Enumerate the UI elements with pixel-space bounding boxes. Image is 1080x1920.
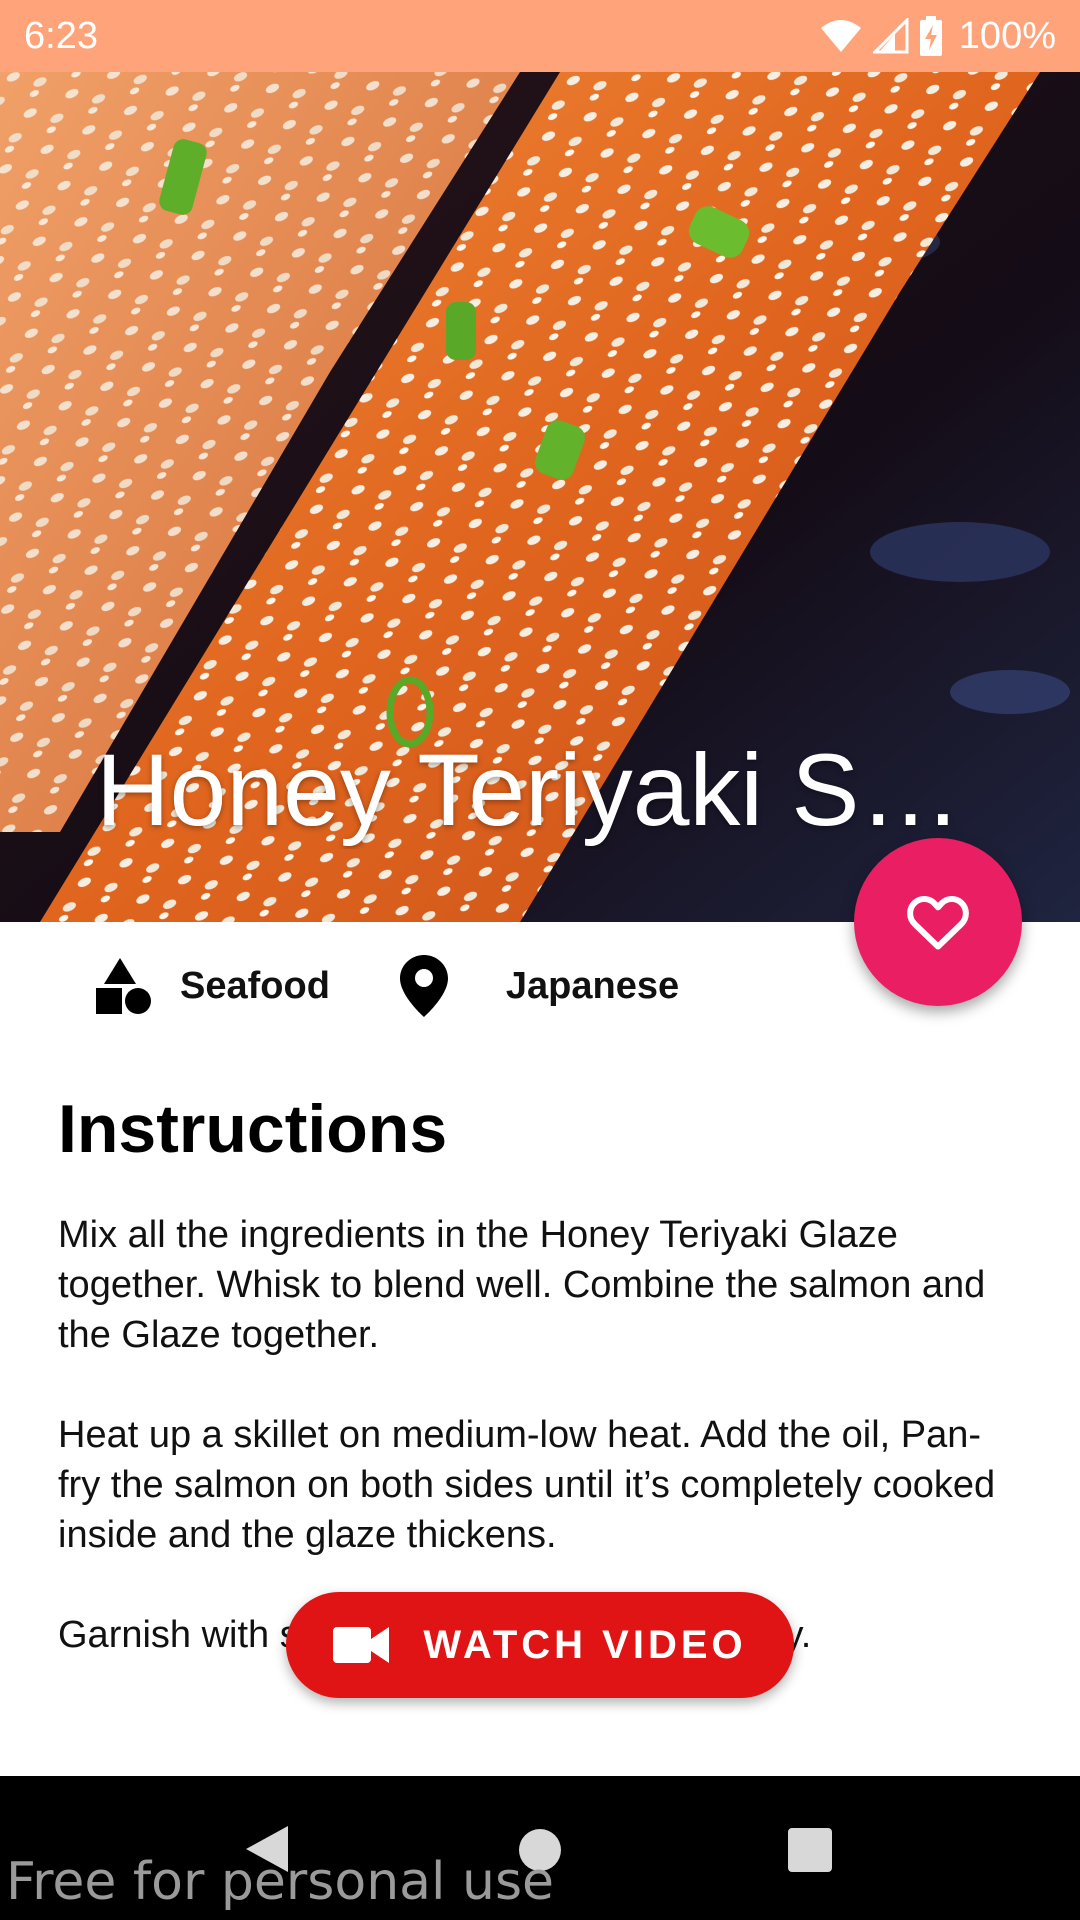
favorite-button[interactable] bbox=[854, 838, 1022, 1006]
recents-icon[interactable] bbox=[788, 1828, 832, 1872]
instruction-paragraph: Heat up a skillet on medium-low heat. Ad… bbox=[58, 1414, 996, 1556]
recipe-meta-row: Seafood Japanese bbox=[92, 950, 679, 1022]
location-pin-icon bbox=[399, 955, 448, 1017]
category-tag: Seafood bbox=[92, 956, 330, 1016]
recipe-detail-screen: 6:23 100% Honey Teriyaki Sa... Seafood J… bbox=[0, 0, 1080, 1920]
battery-charging-icon bbox=[919, 16, 942, 56]
watch-video-button[interactable]: WATCH VIDEO bbox=[286, 1592, 794, 1698]
battery-percentage: 100% bbox=[958, 14, 1056, 57]
heart-outline-icon bbox=[907, 896, 969, 950]
status-bar: 6:23 100% bbox=[0, 0, 1080, 72]
recipe-title: Honey Teriyaki Sa... bbox=[96, 733, 976, 847]
category-shapes-icon bbox=[96, 958, 151, 1014]
instructions-heading: Instructions bbox=[58, 1091, 448, 1167]
signal-icon bbox=[872, 18, 909, 54]
area-label: Japanese bbox=[505, 964, 680, 1007]
instruction-paragraph: Mix all the ingredients in the Honey Ter… bbox=[58, 1214, 986, 1356]
videocam-icon bbox=[333, 1627, 390, 1663]
recipe-hero-image: Honey Teriyaki Sa... bbox=[0, 72, 1080, 922]
status-time: 6:23 bbox=[24, 14, 98, 57]
area-tag: Japanese bbox=[399, 955, 680, 1017]
status-icons: 100% bbox=[819, 15, 1056, 58]
watch-video-label: WATCH VIDEO bbox=[423, 1622, 747, 1667]
watermark-text: Free for personal use bbox=[6, 1852, 555, 1912]
category-label: Seafood bbox=[180, 964, 330, 1007]
wifi-icon bbox=[820, 20, 861, 52]
